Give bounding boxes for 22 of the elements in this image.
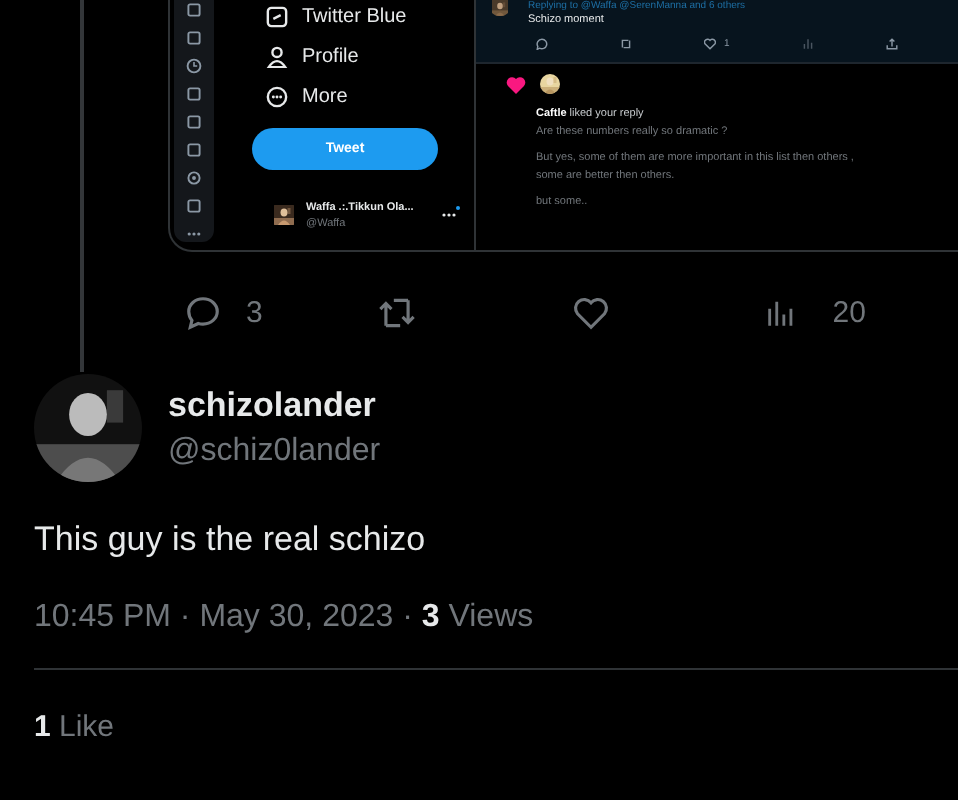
reply-icon[interactable] <box>536 38 548 50</box>
share-icon[interactable] <box>885 38 898 50</box>
heart-icon[interactable] <box>571 293 609 331</box>
tweet-timestamp: 10:45 PM · May 30, 2023 · 3 Views <box>34 600 536 636</box>
more-icon[interactable] <box>442 205 460 217</box>
nav-item[interactable]: More <box>266 76 474 116</box>
person-icon <box>266 45 288 67</box>
tweet-text: This guy is the real schizo <box>34 520 428 560</box>
heart-icon[interactable] <box>704 38 716 50</box>
more-icon <box>266 85 288 107</box>
reply-icon <box>184 293 222 331</box>
author-name[interactable]: schizolander <box>168 386 381 426</box>
reply-button[interactable]: 3 <box>184 293 378 331</box>
nav-item[interactable]: Twitter Blue <box>266 0 474 36</box>
rail-icon[interactable] <box>186 58 202 74</box>
nav-item[interactable]: Profile <box>266 36 474 76</box>
bar-chart-icon[interactable] <box>801 38 814 50</box>
author-handle[interactable]: @schiz0lander <box>168 434 381 470</box>
views-button[interactable]: 20 <box>764 295 958 329</box>
like-count[interactable]: 1 Like <box>34 710 958 744</box>
square-icon <box>266 5 288 27</box>
heart-icon <box>506 75 526 93</box>
